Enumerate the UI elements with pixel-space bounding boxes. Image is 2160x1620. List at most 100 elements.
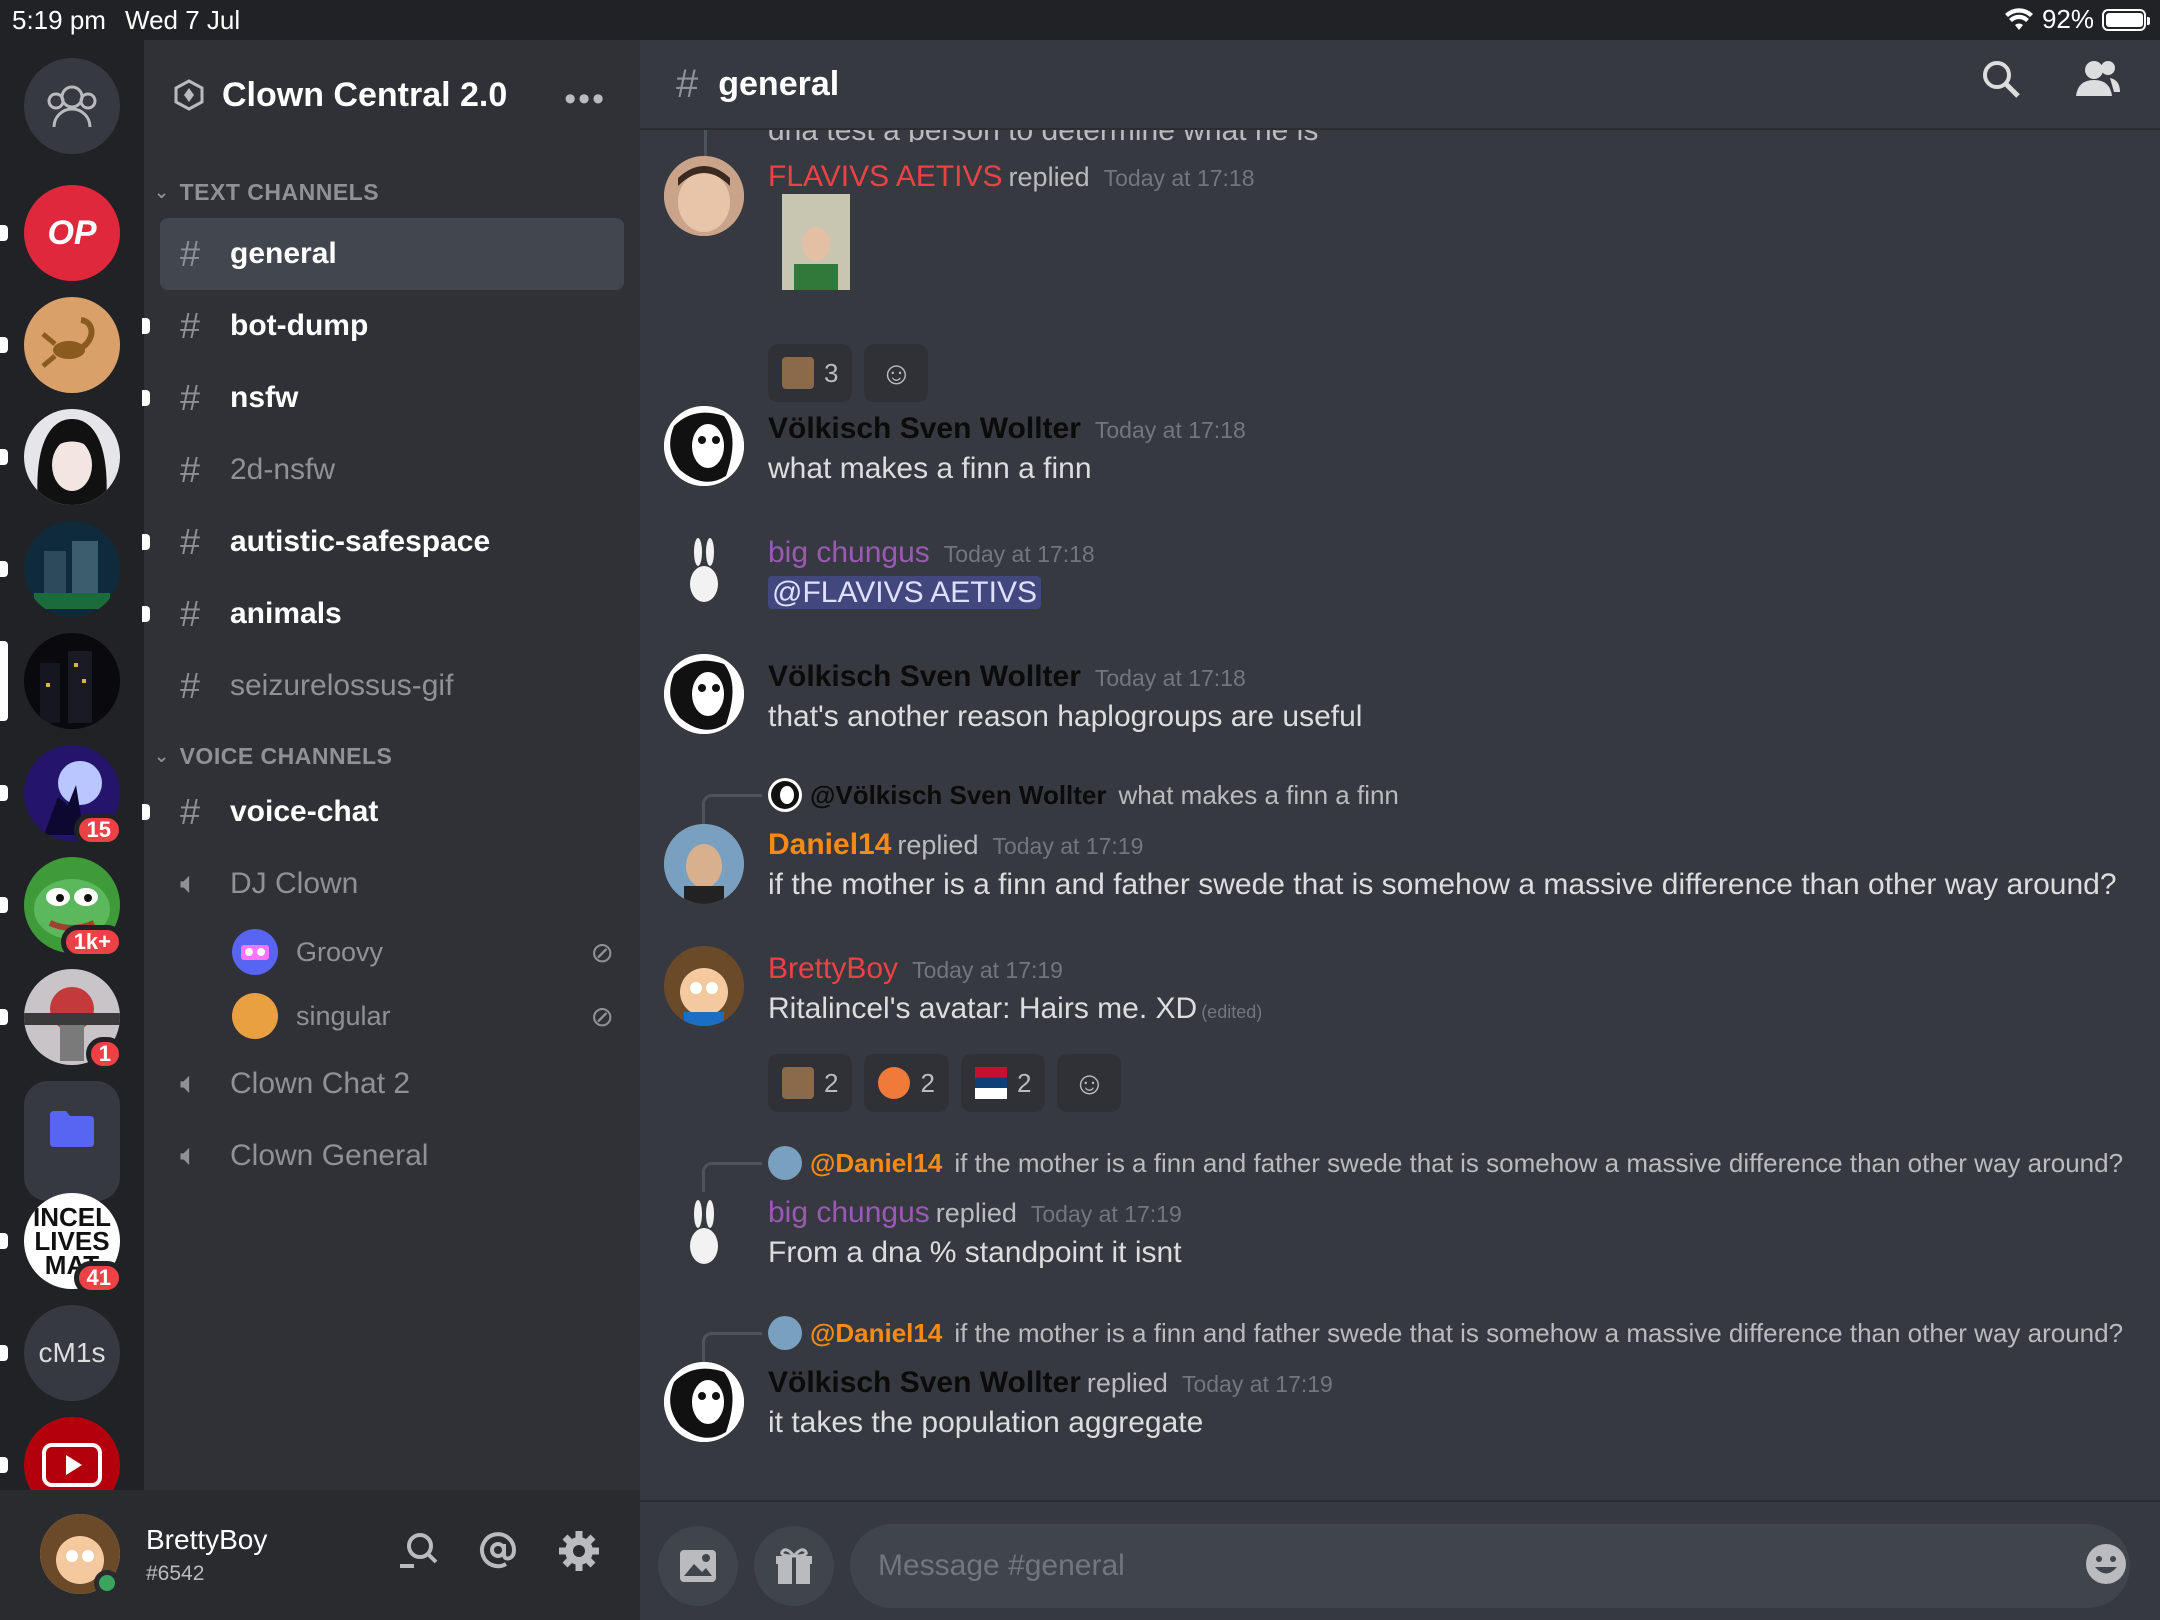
reply-reference[interactable]: @Daniel14 if the mother is a finn and fa…	[768, 1316, 2123, 1350]
reaction[interactable]: 2	[768, 1054, 853, 1112]
category-label: VOICE CHANNELS	[179, 742, 393, 769]
server-boost-icon	[174, 79, 204, 111]
settings-gear-icon[interactable]	[558, 1530, 600, 1582]
server-icon-wolf[interactable]: 15	[0, 745, 124, 847]
channel-bot-dump[interactable]: # bot-dump	[142, 290, 624, 362]
reply-reference[interactable]: @Daniel14 if the mother is a finn and fa…	[768, 1146, 2123, 1180]
add-reaction-icon: ☺︎	[880, 354, 913, 391]
voice-user-singular[interactable]: singular ⊘	[144, 984, 640, 1048]
hash-icon: #	[180, 593, 201, 634]
message-author[interactable]: BrettyBoy	[768, 952, 898, 985]
voice-user-groovy[interactable]: Groovy ⊘	[144, 920, 640, 984]
avatar[interactable]	[664, 654, 744, 734]
channel-sidebar: Clown Central 2.0 ••• ⌄ TEXT CHANNELS # …	[142, 40, 640, 1490]
category-text-channels[interactable]: ⌄ TEXT CHANNELS	[144, 172, 640, 212]
reply-reference[interactable]: @Völkisch Sven Wollter what makes a finn…	[768, 778, 1399, 812]
channel-autistic-safespace[interactable]: # autistic-safespace	[142, 506, 624, 578]
message-author[interactable]: Völkisch Sven Wollter	[768, 1366, 1081, 1399]
mention-badge: 15	[73, 813, 124, 847]
user-panel: BrettyBoy #6542	[0, 1490, 640, 1620]
reaction[interactable]: 3	[768, 344, 853, 402]
search-user-icon[interactable]	[396, 1530, 440, 1580]
server-icon-pepe[interactable]: 1k+	[0, 857, 124, 959]
channel-animals[interactable]: # animals	[142, 578, 624, 650]
speaker-icon: 🔈︎	[180, 1139, 198, 1172]
youtube-icon	[42, 1443, 102, 1487]
status-time: 5:19 pm	[12, 5, 106, 35]
message-author[interactable]: Daniel14	[768, 828, 891, 861]
avatar	[232, 993, 278, 1039]
message-timestamp: Today at 17:18	[1094, 417, 1246, 443]
server-icon-scorpion[interactable]	[0, 297, 120, 393]
message-author[interactable]: big chungus	[768, 536, 930, 569]
server-header[interactable]: Clown Central 2.0 •••	[144, 40, 640, 150]
channel-seizurelossus-gif[interactable]: # seizurelossus-gif	[160, 650, 624, 722]
reaction[interactable]: 2	[864, 1054, 949, 1112]
message-author[interactable]: Völkisch Sven Wollter	[768, 660, 1081, 693]
message-text: it takes the population aggregate	[768, 1406, 1204, 1439]
muted-mic-icon: ⊘	[590, 1001, 614, 1032]
server-icon-op[interactable]: OP	[0, 185, 120, 281]
message-text: that's another reason haplogroups are us…	[768, 700, 1363, 733]
server-icon-anime[interactable]	[0, 409, 120, 505]
avatar[interactable]	[664, 1362, 744, 1442]
image-attachment[interactable]	[782, 194, 850, 290]
search-icon[interactable]	[1980, 58, 2022, 110]
avatar[interactable]	[664, 156, 744, 236]
channel-2d-nsfw[interactable]: # 2d-nsfw	[160, 434, 624, 506]
voice-channel-dj-clown[interactable]: 🔈︎ DJ Clown	[160, 848, 624, 920]
voice-channel-clown-general[interactable]: 🔈︎ Clown General	[160, 1120, 624, 1192]
message-timestamp: Today at 17:19	[1181, 1371, 1333, 1397]
member-list-icon[interactable]	[2074, 58, 2122, 108]
add-reaction-button[interactable]: ☺︎	[1057, 1054, 1122, 1112]
avatar[interactable]	[664, 946, 744, 1026]
avatar[interactable]	[664, 824, 744, 904]
add-reaction-icon: ☺︎	[1073, 1064, 1106, 1101]
server-more-button[interactable]: •••	[564, 80, 606, 119]
message-author[interactable]: Völkisch Sven Wollter	[768, 412, 1081, 445]
battery-icon	[2102, 8, 2150, 31]
chevron-down-icon: ⌄	[154, 745, 170, 766]
folder-icon	[50, 1111, 94, 1147]
message-input[interactable]	[850, 1524, 2130, 1608]
wifi-icon	[2004, 7, 2033, 30]
category-label: TEXT CHANNELS	[179, 178, 380, 205]
emoji-picker-icon[interactable]	[2084, 1542, 2128, 1597]
speaker-icon: 🔈︎	[180, 1067, 198, 1100]
message-author[interactable]: big chungus	[768, 1196, 930, 1229]
hash-icon: #	[676, 61, 699, 106]
home-button[interactable]	[24, 58, 120, 154]
message-timestamp: Today at 17:19	[992, 833, 1144, 859]
gift-button[interactable]	[754, 1526, 834, 1606]
server-icon-city[interactable]	[0, 521, 120, 617]
channel-general[interactable]: # general	[160, 218, 624, 290]
voice-channel-clown-chat-2[interactable]: 🔈︎ Clown Chat 2	[160, 1048, 624, 1120]
avatar[interactable]	[664, 530, 744, 610]
server-icon-incel[interactable]: INCEL LIVES MAT 41	[0, 1193, 124, 1295]
server-icon-cm1s[interactable]: cM1s	[0, 1305, 120, 1401]
peach-emoji-icon	[878, 1067, 911, 1099]
server-icon-night[interactable]	[0, 633, 120, 729]
speaker-icon: 🔈︎	[180, 867, 198, 900]
channel-voice-chat[interactable]: # voice-chat	[142, 776, 624, 848]
locked-hash-icon: #	[180, 665, 201, 706]
category-voice-channels[interactable]: ⌄ VOICE CHANNELS	[144, 736, 640, 776]
add-reaction-button[interactable]: ☺︎	[864, 344, 929, 402]
online-status-indicator	[94, 1570, 120, 1596]
chat-area: # general dna test a person to determine…	[640, 40, 2160, 1620]
locked-hash-icon: #	[180, 305, 201, 346]
image-upload-button[interactable]	[658, 1526, 738, 1606]
user-mention[interactable]: @FLAVIVS AETIVS	[768, 576, 1041, 609]
mentions-icon[interactable]	[478, 1530, 518, 1580]
locked-hash-icon: #	[180, 449, 201, 490]
server-icon-neworder[interactable]: 1	[0, 969, 124, 1071]
server-folder[interactable]	[24, 1081, 120, 1201]
channel-nsfw[interactable]: # nsfw	[142, 362, 624, 434]
avatar[interactable]	[664, 406, 744, 486]
message-timestamp: Today at 17:18	[1094, 665, 1246, 691]
avatar[interactable]	[664, 1192, 744, 1272]
message-author[interactable]: FLAVIVS AETIVS	[768, 160, 1003, 193]
mention-badge: 41	[73, 1261, 124, 1295]
battery-percent: 92%	[2041, 4, 2094, 34]
reaction[interactable]: 2	[960, 1054, 1046, 1112]
